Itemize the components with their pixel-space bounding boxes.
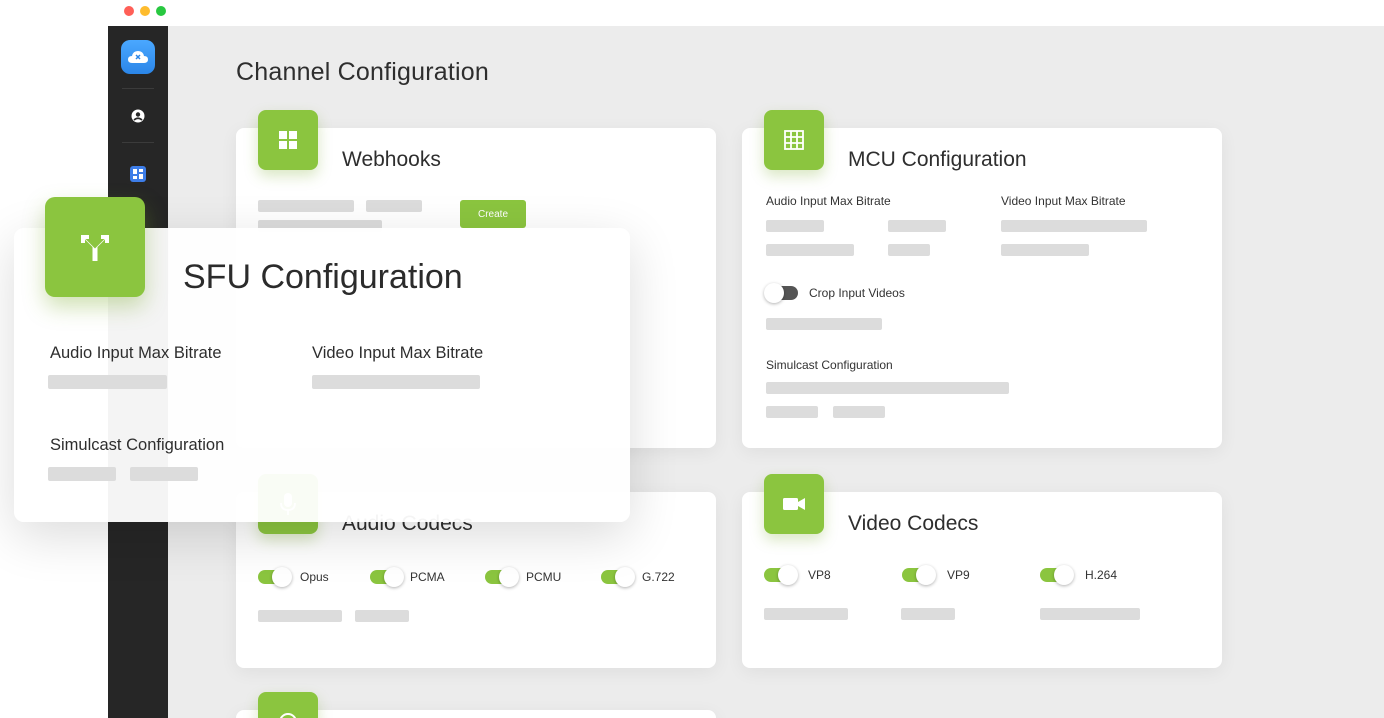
sidebar-divider bbox=[122, 142, 154, 143]
placeholder-bar bbox=[764, 608, 848, 620]
pcma-toggle[interactable] bbox=[370, 567, 404, 587]
user-icon[interactable] bbox=[130, 108, 146, 124]
placeholder-bar bbox=[766, 318, 882, 330]
g722-label: G.722 bbox=[642, 570, 675, 584]
cloud-logo-icon[interactable] bbox=[121, 40, 155, 74]
minimize-window-button[interactable] bbox=[140, 6, 150, 16]
sfu-title: SFU Configuration bbox=[183, 258, 463, 296]
crop-input-videos-label: Crop Input Videos bbox=[809, 286, 905, 300]
opus-label: Opus bbox=[300, 570, 329, 584]
create-webhook-button[interactable]: Create bbox=[460, 200, 526, 228]
vp8-toggle[interactable] bbox=[764, 565, 798, 585]
placeholder-bar bbox=[48, 467, 116, 481]
h264-toggle[interactable] bbox=[1040, 565, 1074, 585]
mcu-card: MCU Configuration Audio Input Max Bitrat… bbox=[742, 128, 1222, 448]
placeholder-bar bbox=[833, 406, 885, 418]
crop-input-videos-toggle[interactable] bbox=[764, 283, 798, 303]
window-controls bbox=[124, 6, 166, 16]
g722-toggle[interactable] bbox=[601, 567, 635, 587]
placeholder-bar bbox=[766, 406, 818, 418]
toggle-knob bbox=[499, 567, 519, 587]
vp9-label: VP9 bbox=[947, 568, 970, 582]
toggle-knob bbox=[615, 567, 635, 587]
webhooks-title: Webhooks bbox=[342, 148, 441, 171]
placeholder-bar bbox=[1001, 220, 1147, 232]
fork-icon bbox=[45, 197, 145, 297]
card-icon bbox=[258, 692, 318, 718]
placeholder-bar bbox=[766, 244, 854, 256]
toggle-knob bbox=[764, 283, 784, 303]
page-title: Channel Configuration bbox=[236, 58, 489, 86]
sfu-simulcast-label: Simulcast Configuration bbox=[50, 436, 225, 454]
placeholder-bar bbox=[258, 610, 342, 622]
placeholder-bar bbox=[48, 375, 167, 389]
placeholder-bar bbox=[312, 375, 480, 389]
placeholder-bar bbox=[901, 608, 955, 620]
dashboard-icon[interactable] bbox=[130, 166, 146, 182]
toggle-knob bbox=[916, 565, 936, 585]
mcu-video-label: Video Input Max Bitrate bbox=[1001, 194, 1126, 208]
webhooks-icon bbox=[258, 110, 318, 170]
vp9-toggle[interactable] bbox=[902, 565, 936, 585]
pcmu-toggle[interactable] bbox=[485, 567, 519, 587]
h264-label: H.264 bbox=[1085, 568, 1118, 582]
sfu-audio-label: Audio Input Max Bitrate bbox=[50, 344, 222, 362]
placeholder-bar bbox=[130, 467, 198, 481]
opus-toggle[interactable] bbox=[258, 567, 292, 587]
mcu-audio-label: Audio Input Max Bitrate bbox=[766, 194, 891, 208]
pcmu-label: PCMU bbox=[526, 570, 562, 584]
mcu-title: MCU Configuration bbox=[848, 148, 1027, 171]
placeholder-bar bbox=[888, 244, 930, 256]
toggle-knob bbox=[272, 567, 292, 587]
toggle-knob bbox=[384, 567, 404, 587]
maximize-window-button[interactable] bbox=[156, 6, 166, 16]
placeholder-bar bbox=[766, 382, 1009, 394]
sfu-video-label: Video Input Max Bitrate bbox=[312, 344, 484, 362]
placeholder-bar bbox=[766, 220, 824, 232]
vp8-label: VP8 bbox=[808, 568, 831, 582]
placeholder-bar bbox=[258, 200, 354, 212]
mcu-simulcast-label: Simulcast Configuration bbox=[766, 358, 893, 372]
video-codecs-title: Video Codecs bbox=[848, 512, 979, 535]
placeholder-bar bbox=[1001, 244, 1089, 256]
video-camera-icon bbox=[764, 474, 824, 534]
sidebar-divider bbox=[122, 88, 154, 89]
placeholder-bar bbox=[366, 200, 422, 212]
close-window-button[interactable] bbox=[124, 6, 134, 16]
pcma-label: PCMA bbox=[410, 570, 445, 584]
toggle-knob bbox=[778, 565, 798, 585]
grid-icon bbox=[764, 110, 824, 170]
placeholder-bar bbox=[355, 610, 409, 622]
placeholder-bar bbox=[1040, 608, 1140, 620]
placeholder-bar bbox=[888, 220, 946, 232]
toggle-knob bbox=[1054, 565, 1074, 585]
